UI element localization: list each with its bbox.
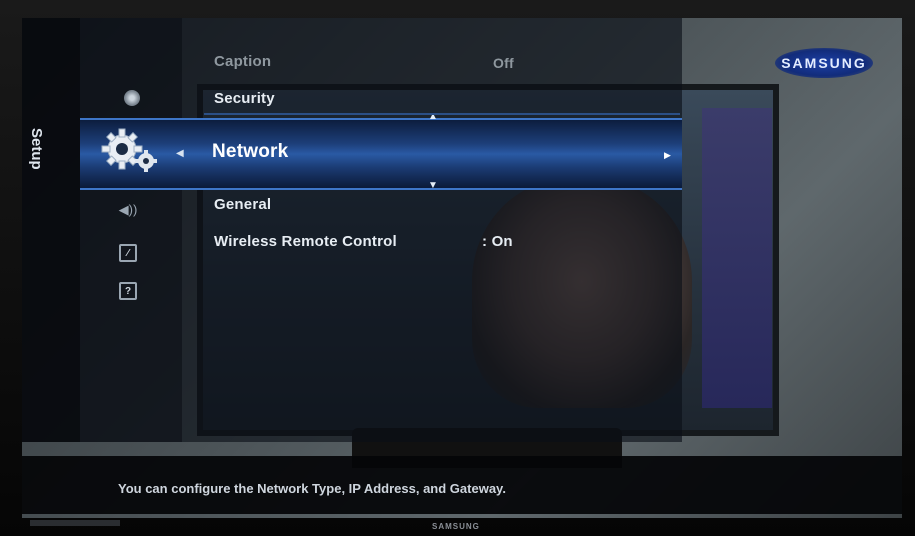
menu-item-general[interactable]: General (214, 196, 271, 213)
menu-item-wireless-remote-control-value: : On (482, 233, 513, 250)
menu-item-security[interactable]: Security (214, 90, 275, 107)
speaker-icon[interactable]: ◀)) (114, 200, 142, 220)
menu-item-caption-value: Off (493, 55, 514, 71)
menu-item-caption[interactable]: Caption (214, 53, 271, 70)
background-window (702, 108, 772, 408)
selection-highlight (80, 118, 682, 190)
menu-divider (204, 113, 680, 115)
bezel-samsung-logo: SAMSUNG (432, 522, 480, 531)
gear-icon[interactable] (98, 124, 162, 180)
chevron-right-icon[interactable]: ▶ (664, 150, 671, 161)
osd-icon-column (80, 18, 182, 442)
menu-item-wireless-remote-control[interactable]: Wireless Remote Control (214, 233, 397, 250)
help-text: You can configure the Network Type, IP A… (118, 481, 506, 496)
disc-icon[interactable] (120, 86, 144, 110)
picture-icon[interactable]: ⁄ (114, 242, 142, 264)
question-icon[interactable]: ? (114, 280, 142, 302)
selection-left-arrow-icon: ◀ (176, 148, 184, 159)
bezel-label (30, 520, 120, 526)
menu-item-network[interactable]: Network (212, 141, 288, 163)
samsung-logo: SAMSUNG (775, 48, 873, 78)
category-label-setup: Setup (28, 128, 45, 170)
osd-menu-panel (182, 18, 682, 442)
scroll-down-icon[interactable]: ▼ (428, 180, 438, 191)
osd-category-strip (22, 18, 80, 442)
